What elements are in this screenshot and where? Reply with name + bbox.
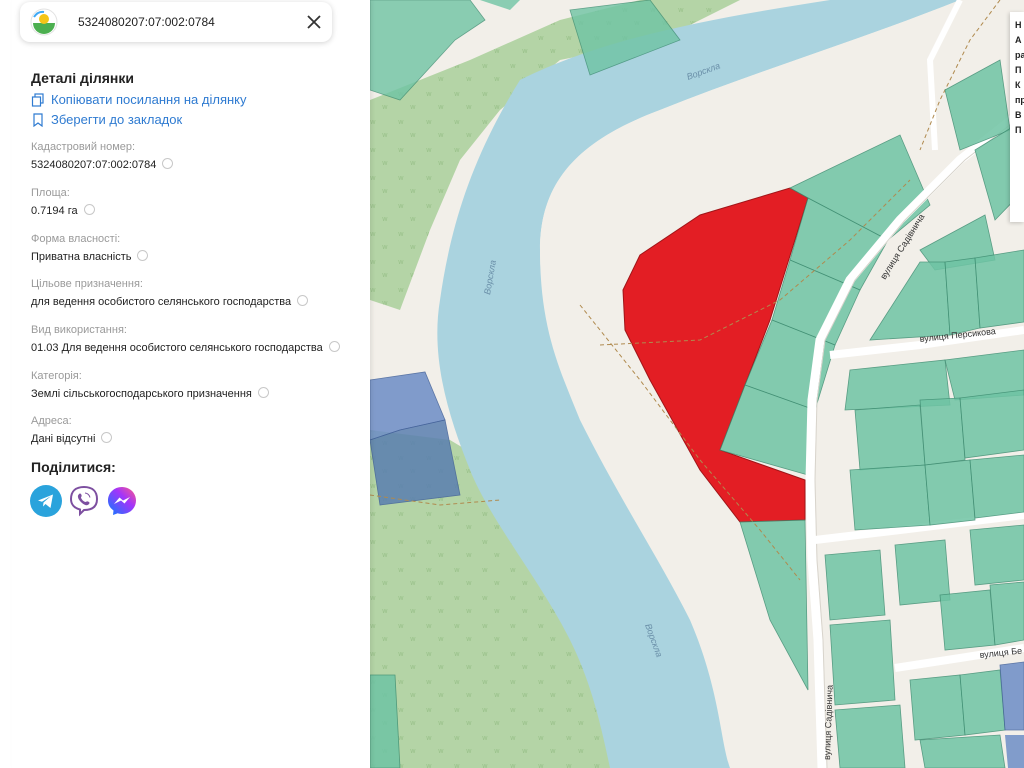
search-query[interactable]: 5324080207:07:002:0784 <box>78 15 215 29</box>
field-label-purpose: Цільове призначення: <box>31 278 143 290</box>
parcel-details-panel: 5324080207:07:002:0784 Деталі ділянки Ко… <box>12 0 370 768</box>
parcel[interactable] <box>849 464 931 531</box>
bookmark-button[interactable]: Зберегти до закладок <box>31 112 182 127</box>
viber-icon[interactable] <box>68 485 100 517</box>
popup-line: Н <box>1015 20 1022 30</box>
field-value-purpose: для ведення особистого селянського госпо… <box>31 295 309 308</box>
info-icon[interactable] <box>297 295 309 306</box>
copy-link-label: Копіювати посилання на ділянку <box>51 92 247 107</box>
parcel[interactable] <box>829 619 896 706</box>
field-value-cadastral: 5324080207:07:002:0784 <box>31 158 174 171</box>
share-title: Поділитися: <box>31 459 116 475</box>
info-icon[interactable] <box>137 250 149 261</box>
messenger-icon[interactable] <box>106 485 138 517</box>
parcel[interactable] <box>989 581 1024 646</box>
parcel[interactable] <box>854 404 926 471</box>
panel-edge <box>0 0 12 768</box>
parcel[interactable] <box>824 549 886 621</box>
parcel[interactable] <box>919 397 966 466</box>
parcel[interactable] <box>974 249 1024 329</box>
parcel[interactable] <box>944 257 981 336</box>
search-bar[interactable]: 5324080207:07:002:0784 <box>20 2 332 42</box>
parcel[interactable] <box>909 674 966 741</box>
field-label-address: Адреса: <box>31 415 72 427</box>
info-icon[interactable] <box>257 387 269 398</box>
parcel[interactable] <box>959 389 1024 459</box>
copy-link-button[interactable]: Копіювати посилання на ділянку <box>31 92 247 107</box>
bookmark-label: Зберегти до закладок <box>51 112 183 127</box>
info-icon[interactable] <box>101 432 113 443</box>
field-value-address: Дані відсутні <box>31 432 113 445</box>
info-icon[interactable] <box>328 341 340 352</box>
parcel[interactable] <box>939 589 996 651</box>
field-value-usage: 01.03 Для ведення особистого селянського… <box>31 341 340 354</box>
field-value-category: Землі сільськогосподарського призначення <box>31 387 269 400</box>
popup-line: П <box>1015 65 1022 75</box>
parcel[interactable] <box>969 454 1024 519</box>
parcel[interactable] <box>834 704 906 768</box>
info-popup[interactable]: Н Ара П Кпр В П <box>1010 12 1024 222</box>
parcel[interactable] <box>919 734 1006 768</box>
details-title: Деталі ділянки <box>31 70 134 86</box>
field-label-category: Категорія: <box>31 370 82 382</box>
info-icon[interactable] <box>83 204 95 215</box>
parcel[interactable] <box>924 459 976 526</box>
parcel[interactable] <box>959 669 1006 736</box>
parcel[interactable] <box>369 674 401 768</box>
popup-line: ра <box>1015 50 1024 60</box>
parcel[interactable] <box>969 524 1024 586</box>
bookmark-icon <box>33 112 43 127</box>
popup-line: пр <box>1015 95 1024 105</box>
popup-line: П <box>1015 125 1022 135</box>
field-label-ownership: Форма власності: <box>31 233 121 245</box>
copy-icon <box>31 92 44 107</box>
field-label-cadastral: Кадастровий номер: <box>31 141 136 153</box>
close-icon[interactable] <box>302 10 326 34</box>
field-label-area: Площа: <box>31 187 70 199</box>
field-label-usage: Вид використання: <box>31 324 127 336</box>
popup-line: В <box>1015 110 1022 120</box>
field-value-area: 0.7194 га <box>31 204 95 217</box>
logo-icon <box>30 8 58 36</box>
popup-line: К <box>1015 80 1021 90</box>
blue-parcel[interactable] <box>1005 735 1024 768</box>
field-value-ownership: Приватна власність <box>31 250 149 263</box>
telegram-icon[interactable] <box>30 485 62 517</box>
popup-line: А <box>1015 35 1022 45</box>
info-icon[interactable] <box>162 158 174 169</box>
